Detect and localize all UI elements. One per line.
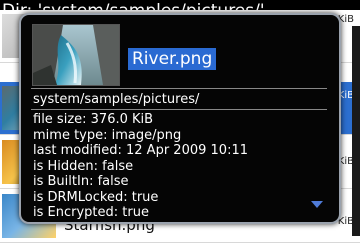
- file-path: system/samples/pictures/: [33, 92, 200, 107]
- detail-is-builtin: is BuiltIn: false: [33, 174, 129, 189]
- file-name-title: River.png: [128, 48, 217, 70]
- detail-is-hidden: is Hidden: false: [33, 158, 134, 174]
- detail-file-size: file size: 376.0 KiB: [33, 112, 154, 127]
- detail-is-drmlocked: is DRMLocked: true: [33, 189, 159, 205]
- scrollbar[interactable]: [352, 26, 360, 236]
- detail-mime-type: mime type: image/png: [33, 127, 182, 143]
- detail-last-modified: last modified: 12 Apr 2009 10:11: [33, 143, 248, 158]
- file-info-popup: River.png system/samples/pictures/ file …: [19, 13, 341, 224]
- divider: [31, 109, 327, 110]
- image-preview: [32, 24, 120, 86]
- down-arrow-icon[interactable]: [311, 201, 323, 208]
- detail-is-encrypted: is Encrypted: true: [33, 205, 149, 220]
- file-details: file size: 376.0 KiB mime type: image/pn…: [33, 112, 323, 221]
- divider: [31, 88, 327, 89]
